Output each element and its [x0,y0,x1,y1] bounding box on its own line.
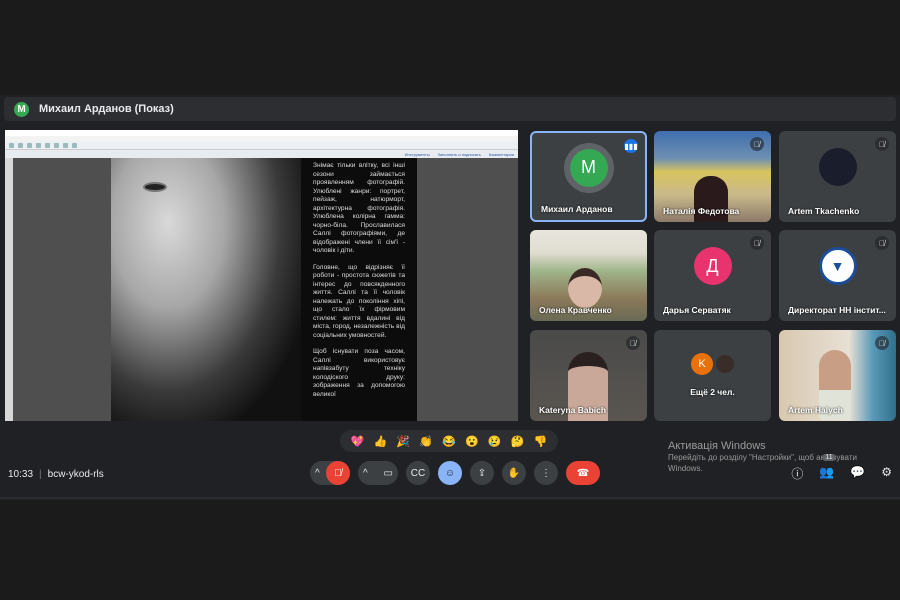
side-controls: ⓘ 👥 11 💬 ⚙ [791,454,892,482]
participant-tile[interactable]: ▼ 🎙̸ Директорат НН інстит... [779,230,896,321]
comments-link: Комментарии [488,151,514,157]
pdf-text: Знімає тільки влітку, всі інші сезони за… [313,162,405,407]
participant-tile[interactable]: Олена Кравченко [530,230,647,321]
participant-name: Михаил Арданов [541,204,613,214]
avatar [818,148,857,187]
divider [0,497,900,499]
leave-call-button[interactable]: ☎ [566,461,600,485]
info-icon[interactable]: ⓘ [791,465,803,482]
raise-hand-button[interactable]: ✋ [502,461,526,485]
people-icon[interactable]: 👥 11 [819,454,836,482]
participant-name: Директорат НН інстит... [788,305,886,315]
participant-tile[interactable]: 🎙̸ Artem Tkachenko [779,131,896,222]
present-button[interactable]: ⇪ [470,461,494,485]
avatar [714,353,736,375]
mic-off-button[interactable]: 🎙̸ [326,461,350,485]
reaction-party[interactable]: 🎉 [396,435,410,448]
paragraph: Знімає тільки влітку, всі інші сезони за… [313,162,405,254]
participant-tile[interactable]: M ▮▮▮ Михаил Арданов [530,131,647,222]
participant-name: Artem Halych [788,405,843,415]
mic-group: ^ 🎙̸ [310,461,350,485]
reaction-heart[interactable]: 💖 [351,435,365,448]
time: 10:33 [8,469,34,480]
acrobat-nav-toolbar: Инструменты Заполнить и подписать Коммен… [5,150,518,158]
presenter-title: Михаил Арданов (Показ) [39,103,174,115]
avatar: M [569,148,608,187]
activities-icon[interactable]: ⚙ [881,465,892,482]
chat-icon[interactable]: 💬 [850,465,865,482]
paragraph: Щоб існувати поза часом, Саллі використо… [313,348,405,398]
mic-off-icon: 🎙̸ [626,336,640,350]
acrobat-sidebar [5,158,13,421]
participant-name: Дарья Серватяк [663,305,731,315]
people-count-badge: 11 [822,454,836,461]
meeting-info: 10:33 | bcw-ykod-rls [8,469,104,480]
participant-tile[interactable]: Д 🎙̸ Дарья Серватяк [654,230,771,321]
reaction-clap[interactable]: 👏 [419,435,433,448]
mic-off-icon: 🎙̸ [875,137,889,151]
participant-tile[interactable]: 🎙̸ Наталія Федотова [654,131,771,222]
participant-tile[interactable]: 🎙̸ Artem Halych [779,330,896,421]
participant-tile[interactable]: 🎙̸ Kateryna Babich [530,330,647,421]
avatar: K [691,353,713,375]
more-participants: Ещё 2 чел. [690,387,735,397]
camera-options-chevron-icon[interactable]: ^ [363,468,368,479]
presenter-avatar: M [14,101,29,117]
speaking-icon: ▮▮▮ [624,139,638,153]
pdf-page: Знімає тільки влітку, всі інші сезони за… [111,158,417,421]
participant-tile[interactable]: K Ещё 2 чел. [654,330,771,421]
mic-off-icon: 🎙̸ [750,137,764,151]
reaction-thumbs-up[interactable]: 👍 [373,435,387,448]
participant-name: Artem Tkachenko [788,206,860,216]
tools-link: Инструменты [404,151,430,157]
call-controls: ^ 🎙̸ ^ ▭ CC ☺ ⇪ ✋ ⋮ ☎ [310,461,600,485]
reaction-laugh[interactable]: 😂 [442,435,456,448]
mic-off-icon: 🎙̸ [750,236,764,250]
avatar: ▼ [818,247,857,286]
mic-off-icon: 🎙̸ [875,336,889,350]
reaction-thinking[interactable]: 🤔 [511,435,525,448]
camera-button[interactable]: ▭ [384,468,393,479]
fill-sign-link: Заполнить и подписать [437,151,481,157]
meet-stage: M Михаил Арданов (Показ) Инструменты Зап… [0,95,900,500]
shared-screen: Инструменты Заполнить и подписать Коммен… [5,130,518,421]
participant-name: Олена Кравченко [539,305,612,315]
portrait-photo [111,158,301,421]
mic-off-icon: 🎙̸ [875,236,889,250]
reaction-thumbs-down[interactable]: 👎 [534,435,548,448]
reaction-sad[interactable]: 😢 [488,435,502,448]
acrobat-toolbar [5,141,518,150]
participant-name: Наталія Федотова [663,206,740,216]
mic-options-chevron-icon[interactable]: ^ [315,468,320,479]
captions-button[interactable]: CC [406,461,430,485]
reactions-bar: 💖 👍 🎉 👏 😂 😮 😢 🤔 👎 [340,430,558,452]
camera-group: ^ ▭ [358,461,398,485]
participant-name: Kateryna Babich [539,405,607,415]
reactions-button[interactable]: ☺ [438,461,462,485]
reaction-surprised[interactable]: 😮 [465,435,479,448]
avatar: Д [693,247,732,286]
meeting-code: bcw-ykod-rls [47,469,104,480]
more-options-button[interactable]: ⋮ [534,461,558,485]
paragraph: Головне, що відрізняє її роботи - просто… [313,263,405,339]
presenter-bar: M Михаил Арданов (Показ) [4,97,896,121]
